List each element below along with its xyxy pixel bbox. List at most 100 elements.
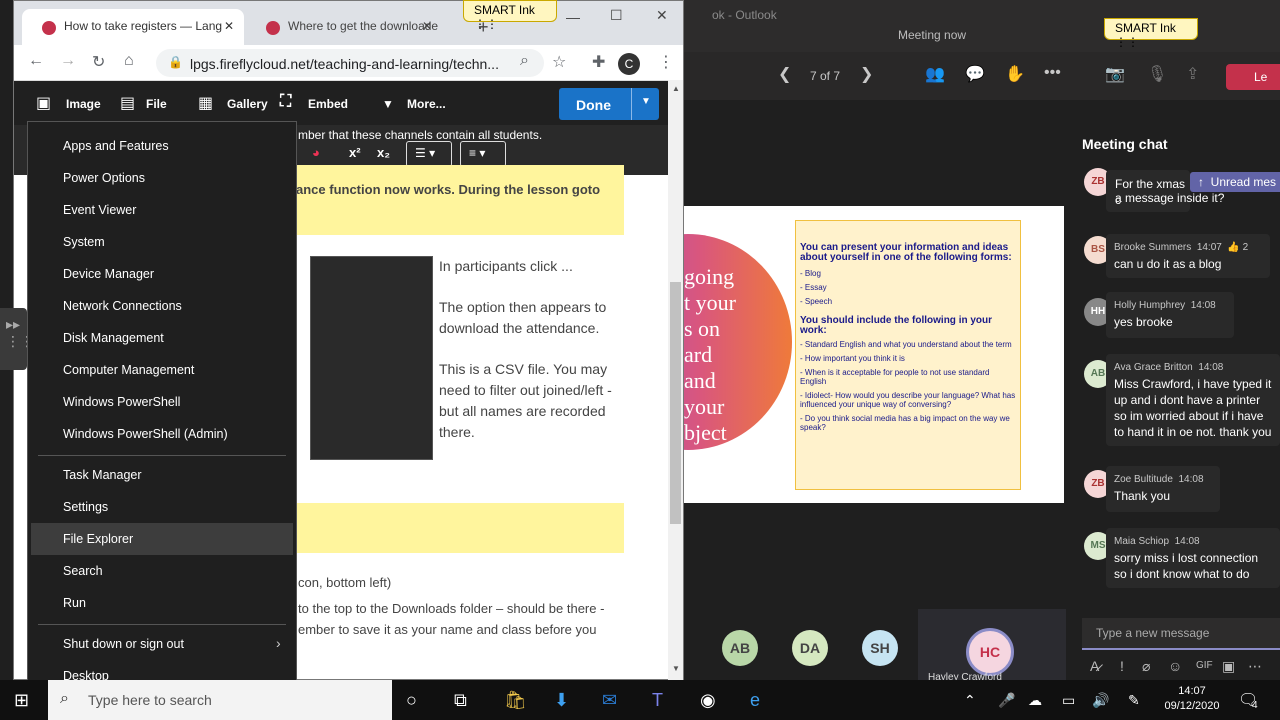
color-picker-icon[interactable]: ◕ — [312, 145, 320, 160]
zoom-search-icon[interactable]: ⌕ — [520, 52, 529, 70]
toolbar-embed[interactable]: Embed — [308, 97, 348, 111]
scroll-up-icon[interactable]: ▲ — [672, 84, 680, 93]
share-icon[interactable]: ⇪ — [1186, 64, 1199, 84]
menu-run[interactable]: Run — [63, 596, 86, 610]
superscript-button[interactable]: x² — [349, 145, 361, 160]
onedrive-icon[interactable]: ☁ — [1028, 692, 1042, 709]
close-tab-icon[interactable]: ✕ — [422, 19, 432, 33]
downloads-icon[interactable]: ⬇ — [554, 690, 569, 711]
minimize-icon[interactable]: — — [566, 9, 580, 25]
more-actions-icon[interactable]: ••• — [1044, 64, 1061, 82]
slide-word: and — [684, 368, 716, 393]
outlook-icon[interactable]: ✉ — [602, 690, 617, 711]
scrollbar-thumb[interactable] — [670, 282, 681, 524]
emoji-icon[interactable]: ☺ — [1168, 658, 1182, 674]
chat-icon[interactable]: 💬 — [965, 64, 985, 84]
menu-computer-management[interactable]: Computer Management — [63, 363, 194, 377]
taskbar-clock[interactable]: 14:07 09/12/2020 — [1160, 684, 1224, 714]
menu-system[interactable]: System — [63, 235, 105, 249]
slide-text-box: You can present your information and ide… — [795, 220, 1021, 490]
tab-downloads[interactable]: Where to get the downloade ✕ — [246, 9, 442, 45]
participant-avatar[interactable]: DA — [792, 630, 828, 666]
menu-power-options[interactable]: Power Options — [63, 171, 145, 185]
done-button[interactable]: Done ▼ — [559, 88, 659, 120]
side-panel-handle[interactable]: ▸▸ ⋮⋮ — [0, 308, 34, 370]
chrome-icon[interactable]: ◉ — [700, 690, 716, 711]
sticker-icon[interactable]: ▣ — [1222, 658, 1235, 675]
image-icon[interactable]: ▣ — [36, 93, 51, 113]
task-view-icon[interactable]: ⧉ — [454, 690, 467, 711]
menu-powershell[interactable]: Windows PowerShell — [63, 395, 180, 409]
gif-icon[interactable]: GIF — [1196, 660, 1213, 671]
embed-icon[interactable]: ⛶ — [280, 93, 291, 111]
reload-icon[interactable]: ↻ — [92, 52, 105, 72]
participants-icon[interactable]: 👥 — [925, 64, 945, 84]
taskbar-search[interactable]: ⌕ Type here to search — [48, 680, 392, 720]
attach-icon[interactable]: ⌀ — [1142, 658, 1150, 675]
extensions-icon[interactable]: ✚ — [592, 52, 605, 72]
volume-icon[interactable]: 🔊 — [1092, 692, 1109, 709]
menu-network-connections[interactable]: Network Connections — [63, 299, 182, 313]
menu-kebab-icon[interactable]: ⋮ — [658, 52, 674, 72]
menu-file-explorer[interactable]: File Explorer — [63, 532, 133, 546]
participant-avatar[interactable]: SH — [862, 630, 898, 666]
toolbar-image[interactable]: Image — [66, 97, 101, 111]
maximize-icon[interactable]: ☐ — [610, 7, 623, 24]
toolbar-file[interactable]: File — [146, 97, 167, 111]
toolbar-gallery[interactable]: Gallery — [227, 97, 268, 111]
participant-avatar[interactable]: AB — [722, 630, 758, 666]
compose-input[interactable]: Type a new message — [1082, 618, 1280, 650]
profile-avatar[interactable]: C — [618, 53, 640, 75]
gallery-icon[interactable]: ▦ — [198, 93, 213, 113]
mic-icon[interactable]: 🎙 — [1147, 64, 1167, 84]
smart-ink-toolbar[interactable]: SMART Ink ⋮⋮ — [463, 0, 557, 31]
cortana-icon[interactable]: ○ — [406, 690, 417, 711]
leave-button[interactable]: Le — [1226, 64, 1280, 90]
bookmark-star-icon[interactable]: ☆ — [552, 52, 566, 72]
back-icon[interactable]: ← — [28, 52, 44, 70]
menu-powershell-admin[interactable]: Windows PowerShell (Admin) — [63, 427, 228, 441]
raise-hand-icon[interactable]: ✋ — [1005, 64, 1025, 84]
slide-heading-2: You should include the following in your… — [800, 315, 993, 336]
camera-off-icon[interactable]: 📷 — [1105, 64, 1125, 84]
toolbar-more[interactable]: More... — [407, 97, 446, 111]
edge-icon[interactable]: e — [750, 690, 760, 711]
menu-task-manager[interactable]: Task Manager — [63, 468, 142, 482]
forward-icon[interactable]: → — [60, 52, 76, 70]
format-icon[interactable]: A̷ — [1090, 658, 1099, 674]
menu-search[interactable]: Search — [63, 564, 103, 578]
more-options-icon[interactable]: ⋯ — [1248, 658, 1262, 675]
drag-handle-icon[interactable]: ⋮⋮ — [474, 17, 498, 31]
pen-icon[interactable]: ✎ — [1128, 692, 1140, 709]
scroll-down-icon[interactable]: ▼ — [672, 664, 680, 673]
menu-apps-features[interactable]: Apps and Features — [63, 139, 169, 153]
close-window-icon[interactable]: ✕ — [656, 7, 668, 24]
highlight-note-2 — [284, 503, 624, 553]
menu-event-viewer[interactable]: Event Viewer — [63, 203, 136, 217]
caret-down-icon[interactable]: ▼ — [382, 97, 394, 111]
firefly-icon — [266, 21, 280, 35]
tab-label: Where to get the downloade — [288, 19, 439, 33]
subscript-button[interactable]: x₂ — [377, 145, 390, 160]
home-icon[interactable]: ⌂ — [124, 52, 134, 70]
tab-registers[interactable]: How to take registers — Lang ✕ — [22, 9, 244, 45]
network-icon[interactable]: ▭ — [1062, 692, 1075, 709]
tray-chevron-icon[interactable]: ⌃ — [964, 692, 976, 709]
menu-shutdown[interactable]: Shut down or sign out — [63, 637, 184, 651]
teams-icon[interactable]: T — [652, 690, 663, 711]
file-icon[interactable]: ▤ — [120, 93, 135, 113]
done-dropdown-icon[interactable]: ▼ — [641, 96, 651, 107]
smart-ink-toolbar[interactable]: SMART Ink ⋮⋮ — [1104, 18, 1198, 49]
prev-slide-icon[interactable]: ❮ — [778, 64, 791, 84]
address-bar[interactable]: 🔒 lpgs.fireflycloud.net/teaching-and-lea… — [156, 49, 544, 77]
important-icon[interactable]: ! — [1120, 658, 1124, 674]
close-tab-icon[interactable]: ✕ — [224, 19, 234, 33]
menu-device-manager[interactable]: Device Manager — [63, 267, 154, 281]
next-slide-icon[interactable]: ❯ — [860, 64, 873, 84]
microphone-tray-icon[interactable]: 🎤 — [998, 692, 1015, 709]
menu-disk-management[interactable]: Disk Management — [63, 331, 164, 345]
store-icon[interactable]: 🛍 — [504, 690, 527, 711]
windows-start-icon[interactable]: ⊞ — [14, 690, 29, 711]
drag-handle-icon[interactable]: ⋮⋮ — [1115, 35, 1139, 49]
menu-settings[interactable]: Settings — [63, 500, 108, 514]
